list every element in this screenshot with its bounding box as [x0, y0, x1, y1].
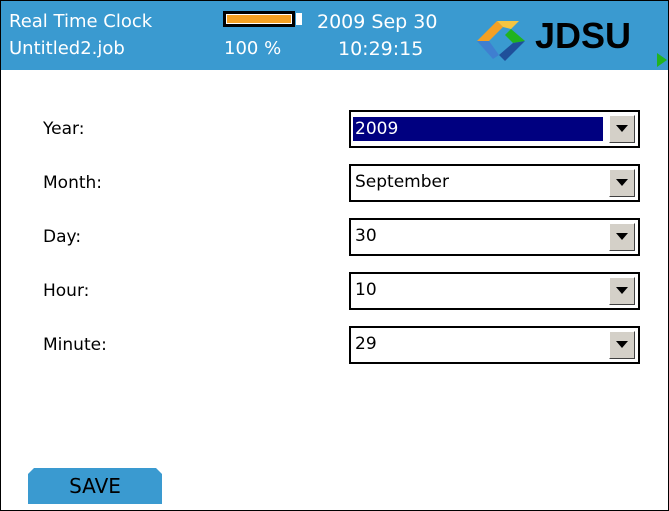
field-label: Year:: [43, 119, 85, 139]
chevron-down-icon: [616, 341, 628, 348]
battery-icon: [223, 11, 295, 27]
device-screen: Real Time Clock Untitled2.job 100 % 2009…: [0, 0, 669, 511]
field-label: Hour:: [43, 281, 90, 301]
dropdown-toggle-button[interactable]: [609, 115, 635, 143]
dropdown-toggle-button[interactable]: [609, 223, 635, 251]
battery-level-fill: [227, 15, 291, 23]
chevron-down-icon: [616, 233, 628, 240]
battery-tip: [296, 13, 302, 25]
brand-logo-text: JDSU: [535, 15, 632, 56]
field-label: Month:: [43, 173, 103, 193]
field-dropdown[interactable]: 30: [349, 218, 640, 256]
dropdown-value: September: [355, 172, 449, 192]
battery-percent: 100 %: [224, 38, 282, 59]
dropdown-value: 30: [355, 226, 377, 246]
field-label: Minute:: [43, 335, 107, 355]
job-filename: Untitled2.job: [9, 38, 125, 59]
current-date: 2009 Sep 30: [317, 11, 438, 33]
field-dropdown[interactable]: September: [349, 164, 640, 202]
chevron-down-icon: [616, 125, 628, 132]
dropdown-value: 10: [355, 280, 377, 300]
field-dropdown[interactable]: 29: [349, 326, 640, 364]
dropdown-toggle-button[interactable]: [609, 277, 635, 305]
current-time: 10:29:15: [338, 38, 424, 60]
jdsu-logo-icon: [477, 21, 525, 61]
save-button[interactable]: SAVE: [28, 468, 162, 504]
status-header: Real Time Clock Untitled2.job 100 % 2009…: [1, 1, 668, 70]
dropdown-value: 29: [355, 334, 377, 354]
screen-title: Real Time Clock: [9, 11, 153, 32]
field-label: Day:: [43, 227, 82, 247]
dropdown-toggle-button[interactable]: [609, 331, 635, 359]
field-dropdown[interactable]: 2009: [349, 110, 640, 148]
dropdown-value: 2009: [352, 116, 604, 142]
field-dropdown[interactable]: 10: [349, 272, 640, 310]
chevron-down-icon: [616, 287, 628, 294]
chevron-down-icon: [616, 179, 628, 186]
play-icon: [657, 53, 667, 67]
dropdown-toggle-button[interactable]: [609, 169, 635, 197]
